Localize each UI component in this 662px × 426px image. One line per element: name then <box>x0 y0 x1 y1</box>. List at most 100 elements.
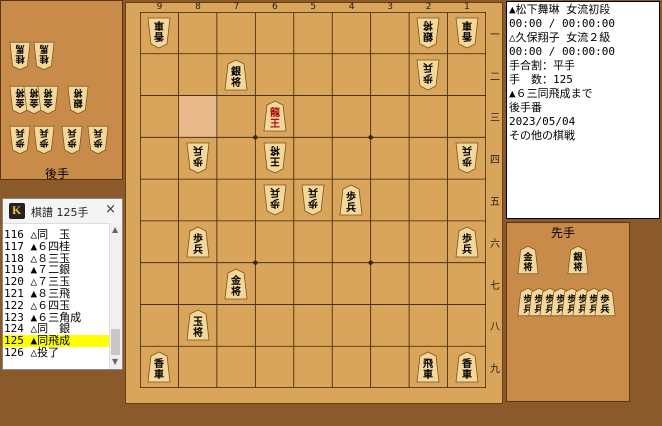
svg-text:車: 車 <box>462 19 472 32</box>
svg-text:王: 王 <box>270 155 280 167</box>
svg-text:歩: 歩 <box>346 190 356 203</box>
svg-text:将: 将 <box>43 87 52 99</box>
move-count: 手 数：125 <box>509 73 573 86</box>
scroll-up-arrow-icon[interactable]: ▲ <box>112 225 118 234</box>
piece-shape: 歩兵 <box>186 142 210 174</box>
sente-piece-stand: 先手 金将銀将歩兵歩兵歩兵歩兵歩兵歩兵歩兵歩兵 <box>506 222 630 402</box>
sente-rook-piece[interactable]: 飛車 <box>416 350 440 384</box>
sente-lance-piece[interactable]: 香車 <box>455 350 479 384</box>
gote-pawn-piece[interactable]: 歩兵 <box>416 58 440 92</box>
svg-text:兵: 兵 <box>67 127 76 139</box>
gote-lance-piece[interactable]: 香車 <box>455 16 479 50</box>
gote-captured-gold[interactable]: 金将 <box>37 85 59 115</box>
piece-shape: 歩兵 <box>301 184 325 216</box>
sente-pawn-piece[interactable]: 歩兵 <box>186 225 210 259</box>
piece-shape: 銀将 <box>567 245 589 275</box>
gote-captured-pawn[interactable]: 歩兵 <box>33 125 55 155</box>
gote-player: △久保翔子 女流２級 <box>509 31 611 44</box>
piece-shape: 銀将 <box>67 85 89 115</box>
piece-shape: 銀将 <box>416 17 440 49</box>
kifu-logo-letter: K <box>12 203 22 217</box>
last-move: ▲６三同飛成まで <box>509 87 593 100</box>
sente-king-piece[interactable]: 玉将 <box>186 308 210 342</box>
sente-lance-piece[interactable]: 香車 <box>147 350 171 384</box>
gote-captured-pawn[interactable]: 歩兵 <box>87 125 109 155</box>
kifu-titlebar[interactable]: K 棋譜 125手 × <box>3 199 122 224</box>
svg-text:馬: 馬 <box>39 43 48 54</box>
star-point <box>368 260 373 265</box>
svg-text:将: 将 <box>193 326 203 339</box>
sente-captured-silver[interactable]: 銀将 <box>567 245 589 275</box>
gote-pawn-piece[interactable]: 歩兵 <box>186 141 210 175</box>
sente-gold-piece[interactable]: 金将 <box>224 267 248 301</box>
svg-text:車: 車 <box>462 368 472 381</box>
svg-text:龍: 龍 <box>270 106 280 119</box>
piece-shape: 桂馬 <box>33 41 55 71</box>
kifu-close-button[interactable]: × <box>105 202 116 217</box>
sente-stand-label: 先手 <box>551 226 576 240</box>
sente-time: 00:00 / 00:00:00 <box>509 17 615 30</box>
file-label-3: 3 <box>387 2 394 12</box>
piece-shape: 歩兵 <box>186 226 210 258</box>
gote-silver-piece[interactable]: 銀将 <box>416 16 440 50</box>
svg-text:金: 金 <box>230 274 242 287</box>
svg-text:将: 将 <box>231 285 241 298</box>
svg-text:兵: 兵 <box>346 201 356 214</box>
kifu-move-row[interactable]: 126 △投了 <box>3 347 110 359</box>
gote-time: 00:00 / 00:00:00 <box>509 45 615 58</box>
kifu-move-row[interactable]: 121 ▲８三飛 <box>3 288 110 300</box>
gote-captured-pawn[interactable]: 歩兵 <box>61 125 83 155</box>
svg-text:兵: 兵 <box>193 144 203 157</box>
gote-captured-knight[interactable]: 桂馬 <box>9 41 31 71</box>
svg-text:銀: 銀 <box>231 65 241 78</box>
scroll-down-arrow-icon[interactable]: ▼ <box>112 357 118 366</box>
kifu-move-row[interactable]: 122 △６四玉 <box>3 299 110 312</box>
kifu-logo-icon: K <box>9 203 25 219</box>
piece-shape: 香車 <box>455 351 479 383</box>
tournament: その他の棋戦 <box>509 129 575 142</box>
piece-shape: 歩兵 <box>455 142 479 174</box>
svg-text:兵: 兵 <box>39 127 48 139</box>
piece-shape: 桂馬 <box>9 41 31 71</box>
svg-text:将: 将 <box>73 87 82 99</box>
sente-silver-piece[interactable]: 銀将 <box>224 58 248 92</box>
piece-shape: 香車 <box>455 17 479 49</box>
svg-text:将: 将 <box>523 261 532 273</box>
sente-pawn-piece[interactable]: 歩兵 <box>339 183 363 217</box>
kifu-scrollbar[interactable]: ▲ ▼ <box>109 223 122 369</box>
rank-label-8: 八 <box>490 322 500 334</box>
svg-text:車: 車 <box>154 368 164 381</box>
gote-captured-knight[interactable]: 桂馬 <box>33 41 55 71</box>
rank-label-3: 三 <box>490 113 500 125</box>
gote-lance-piece[interactable]: 香車 <box>147 16 171 50</box>
scroll-thumb[interactable] <box>111 329 120 355</box>
gote-king-piece[interactable]: 王将 <box>263 141 287 175</box>
svg-text:兵: 兵 <box>423 61 433 74</box>
sente-player: ▲松下舞琳 女流初段 <box>509 3 611 16</box>
gote-captured-silver[interactable]: 銀将 <box>67 85 89 115</box>
gote-pawn-piece[interactable]: 歩兵 <box>455 141 479 175</box>
svg-text:兵: 兵 <box>15 127 24 139</box>
piece-shape: 歩兵 <box>33 125 55 155</box>
piece-shape: 香車 <box>147 351 171 383</box>
piece-shape: 歩兵 <box>9 125 31 155</box>
game-date: 2023/05/04 <box>509 115 576 128</box>
svg-text:兵: 兵 <box>193 243 203 256</box>
sente-captured-gold[interactable]: 金将 <box>517 245 539 275</box>
kifu-move-row[interactable]: 117 ▲６四桂 <box>3 240 110 253</box>
piece-shape: 飛車 <box>416 351 440 383</box>
svg-text:兵: 兵 <box>93 127 102 139</box>
sente-pawn-piece[interactable]: 歩兵 <box>455 225 479 259</box>
gote-captured-pawn[interactable]: 歩兵 <box>9 125 31 155</box>
piece-shape: 金将 <box>517 245 539 275</box>
kifu-move-list[interactable]: 116 △同 玉 117 ▲６四桂 118 △８三玉 119 ▲７二銀 120 △７三玉… <box>3 229 110 359</box>
star-point <box>368 135 373 140</box>
gote-pawn-piece[interactable]: 歩兵 <box>301 183 325 217</box>
sente-dragon-piece[interactable]: 龍王 <box>263 99 287 133</box>
svg-text:歩: 歩 <box>193 232 203 245</box>
file-label-1: 1 <box>464 2 470 12</box>
gote-pawn-piece[interactable]: 歩兵 <box>263 183 287 217</box>
sente-captured-pawn[interactable]: 歩兵 <box>594 287 616 317</box>
turn-indicator: 後手番 <box>509 101 542 114</box>
svg-text:馬: 馬 <box>15 43 24 54</box>
